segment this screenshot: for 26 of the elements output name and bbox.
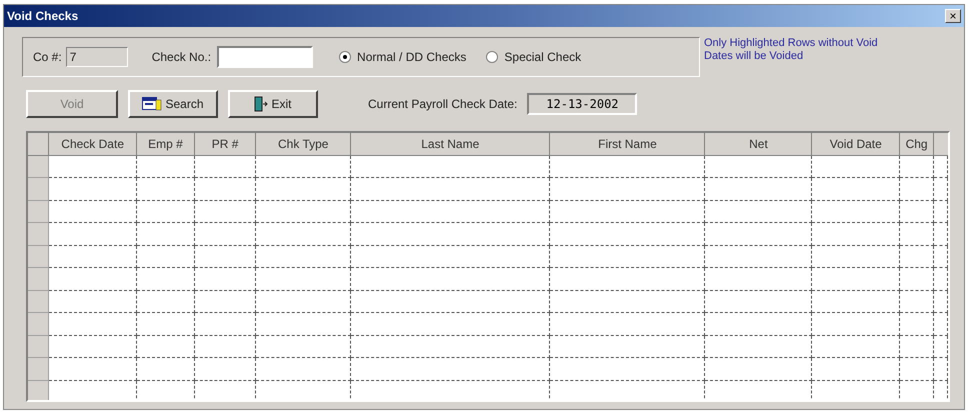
column-header[interactable]: PR # xyxy=(194,133,256,155)
column-header[interactable]: Chg xyxy=(900,133,934,155)
radio-label: Normal / DD Checks xyxy=(357,49,466,66)
column-header[interactable]: Last Name xyxy=(350,133,550,155)
check-number-label: Check No.: xyxy=(152,49,212,66)
window-title: Void Checks xyxy=(7,8,78,25)
column-header[interactable]: Check Date xyxy=(48,133,137,155)
column-header[interactable]: Chk Type xyxy=(256,133,351,155)
column-header[interactable]: Void Date xyxy=(812,133,900,155)
search-button[interactable]: Search xyxy=(128,90,218,118)
radio-label: Special Check xyxy=(504,49,582,66)
close-button[interactable]: × xyxy=(945,9,961,23)
column-header[interactable]: Net xyxy=(704,133,812,155)
radio-button[interactable] xyxy=(339,51,352,63)
radio-button[interactable] xyxy=(486,51,498,63)
instruction-note: Only Highlighted Rows without Void Dates will be Voided xyxy=(704,37,879,63)
payroll-date-label: Current Payroll Check Date: xyxy=(368,96,518,113)
column-header[interactable]: First Name xyxy=(550,133,705,155)
check-number-field[interactable] xyxy=(217,46,314,68)
column-header[interactable]: Emp # xyxy=(136,133,194,155)
payroll-date-field: 12-13-2002 xyxy=(527,93,638,115)
company-label: Co #: xyxy=(33,49,62,66)
exit-button[interactable]: Exit xyxy=(228,90,318,118)
door-icon xyxy=(254,96,268,112)
window-icon xyxy=(142,97,162,111)
company-field[interactable]: 7 xyxy=(66,47,128,67)
